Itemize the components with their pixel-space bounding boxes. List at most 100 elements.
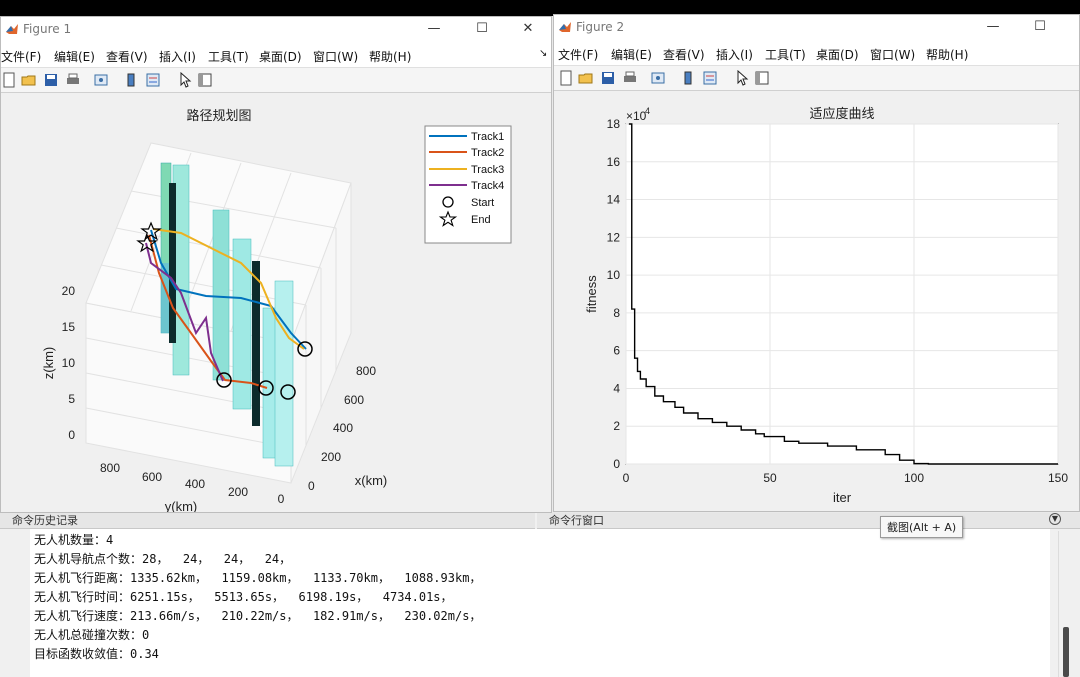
output-line: 无人机飞行距离：1335.62km， 1159.08km， 1133.70km，… [34,571,482,585]
open-file-icon[interactable] [21,72,37,88]
x-tick-label: 150 [1048,471,1068,485]
colorbar-icon[interactable] [123,72,139,88]
menu-tools[interactable]: 工具(T) [765,46,806,63]
y-tick-label: 18 [607,117,621,131]
menu-desktop[interactable]: 桌面(D) [259,48,302,65]
legend-track4: Track4 [471,180,504,192]
maximize-icon[interactable]: ☐ [473,21,491,36]
new-figure-icon[interactable] [1,72,17,88]
y-exponent: 4 [645,106,650,116]
property-editor-icon[interactable] [754,70,770,86]
y-tick-label: 0 [278,492,285,506]
chart-title: 适应度曲线 [809,106,874,121]
x-tick-label: 0 [623,471,630,485]
y-tick-label: 8 [613,306,620,320]
minimize-icon[interactable]: — [425,21,443,36]
z-tick-label: 5 [68,392,75,406]
figure-2-plot-area: 0 50 100 150 0 2 4 6 8 10 12 14 16 18 适应度曲线 ×10 4 ite… [554,91,1079,511]
property-editor-icon[interactable] [197,72,213,88]
scrollbar-thumb[interactable] [1063,627,1069,677]
menu-view[interactable]: 查看(V) [663,46,705,63]
link-plot-icon[interactable] [650,70,666,86]
menu-insert[interactable]: 插入(I) [159,48,196,65]
figure-1-titlebar[interactable]: Figure 1 — ☐ ✕ [1,17,551,43]
menu-window[interactable]: 窗口(W) [313,48,358,65]
legend-track1: Track1 [471,131,504,143]
x-axis-label: iter [833,490,852,505]
y-tick-label: 16 [607,155,621,169]
menu-dock-arrow-icon[interactable]: ↘ [539,48,547,59]
open-file-icon[interactable] [578,70,594,86]
y-exponent-base: ×10 [626,109,647,123]
legend-track3: Track3 [471,164,504,176]
y-tick-label: 2 [613,419,620,433]
command-window-scrollbar[interactable] [1058,531,1072,677]
menu-help[interactable]: 帮助(H) [369,48,411,65]
y-tick-label: 6 [613,344,620,358]
figure-1-title: Figure 1 [23,22,72,36]
menu-edit[interactable]: 编辑(E) [54,48,95,65]
figure-2-title: Figure 2 [576,20,625,34]
menu-tools[interactable]: 工具(T) [208,48,249,65]
panel-menu-chevron-icon[interactable]: ▼ [1049,513,1061,525]
legend-end: End [471,214,491,226]
menu-file[interactable]: 文件(F) [558,46,598,63]
figure-2-menubar: 文件(F) 编辑(E) 查看(V) 插入(I) 工具(T) 桌面(D) 窗口(W… [554,41,1079,65]
print-icon[interactable] [65,72,81,88]
print-icon[interactable] [622,70,638,86]
y-axis-label: fitness [584,275,599,313]
menu-file[interactable]: 文件(F) [1,48,41,65]
path-planning-3d-plot[interactable]: 路径规划图 0 5 10 15 20 z(km) 800 600 400 200… [1,93,551,514]
menu-window[interactable]: 窗口(W) [870,46,915,63]
x-tick-label: 100 [904,471,924,485]
z-tick-label: 15 [62,320,76,334]
y-tick-label: 14 [607,193,621,207]
legend-icon[interactable] [702,70,718,86]
legend-track2: Track2 [471,147,504,159]
command-window-output[interactable]: 无人机数量：4 无人机导航点个数：28， 24， 24， 24， 无人机飞行距离… [30,529,1050,677]
matlab-logo-icon [559,22,571,32]
output-line: 无人机飞行速度：213.66m/s， 210.22m/s， 182.91m/s，… [34,609,482,623]
figure-1-toolbar [1,67,551,93]
close-icon[interactable]: ✕ [519,21,537,36]
pointer-icon[interactable] [734,70,750,86]
link-plot-icon[interactable] [93,72,109,88]
figure-1-window[interactable]: Figure 1 — ☐ ✕ 文件(F) 编辑(E) 查看(V) 插入(I) 工… [0,16,552,514]
figure-1-plot-area: 路径规划图 0 5 10 15 20 z(km) 800 600 400 200… [1,93,551,514]
menu-insert[interactable]: 插入(I) [716,46,753,63]
save-icon[interactable] [600,70,616,86]
y-tick-label: 4 [613,381,620,395]
figure-1-menubar: 文件(F) 编辑(E) 查看(V) 插入(I) 工具(T) 桌面(D) 窗口(W… [1,43,551,67]
maximize-icon[interactable]: ☐ [1031,19,1049,34]
screenshot-tooltip: 截图(Alt + A) [880,516,964,538]
z-tick-label: 10 [62,356,76,370]
command-history-title: 命令历史记录 [0,513,535,529]
x-tick-label: 200 [321,450,341,464]
menu-edit[interactable]: 编辑(E) [611,46,652,63]
colorbar-icon[interactable] [680,70,696,86]
figure-2-titlebar[interactable]: Figure 2 — ☐ [554,15,1079,41]
plot-title: 路径规划图 [186,108,251,123]
figure-2-window[interactable]: Figure 2 — ☐ 文件(F) 编辑(E) 查看(V) 插入(I) 工具(… [553,14,1080,512]
x-tick-label: 600 [344,393,364,407]
minimize-icon[interactable]: — [984,19,1002,34]
z-tick-label: 20 [62,284,76,298]
x-tick-label: 800 [356,364,376,378]
output-line: 目标函数收敛值：0.34 [34,647,159,661]
menu-view[interactable]: 查看(V) [106,48,148,65]
output-line: 无人机数量：4 [34,533,114,547]
figure-2-toolbar [554,65,1079,91]
save-icon[interactable] [43,72,59,88]
new-figure-icon[interactable] [558,70,574,86]
y-tick-label: 400 [185,477,205,491]
menu-help[interactable]: 帮助(H) [926,46,968,63]
pointer-icon[interactable] [177,72,193,88]
output-line: 无人机总碰撞次数：0 [34,628,150,642]
y-tick-label: 600 [142,470,162,484]
y-tick-label: 200 [228,485,248,499]
y-tick-label: 12 [607,230,621,244]
legend[interactable]: Track1 Track2 Track3 Track4 Start End [424,125,512,244]
menu-desktop[interactable]: 桌面(D) [816,46,859,63]
fitness-curve-chart[interactable]: 0 50 100 150 0 2 4 6 8 10 12 14 16 18 适应度曲线 ×10 4 ite… [554,91,1079,511]
legend-icon[interactable] [145,72,161,88]
